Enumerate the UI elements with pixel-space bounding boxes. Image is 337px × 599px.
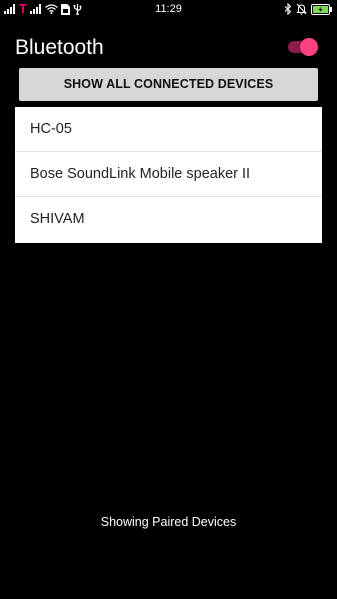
toggle-thumb [300, 38, 318, 56]
alarm-off-icon [296, 3, 307, 15]
battery-charging-icon [311, 3, 333, 15]
paired-devices-status: Showing Paired Devices [100, 515, 237, 529]
bluetooth-toggle[interactable] [286, 38, 320, 56]
show-connected-devices-button[interactable]: SHOW ALL CONNECTED DEVICES [19, 68, 318, 101]
device-list-item[interactable]: Bose SoundLink Mobile speaker II [15, 152, 322, 197]
device-list-item[interactable]: SHIVAM [15, 197, 322, 241]
page-title: Bluetooth [15, 36, 104, 59]
device-list-item[interactable]: HC-05 [15, 107, 322, 152]
device-list: HC-05 Bose SoundLink Mobile speaker II S… [15, 107, 322, 243]
bluetooth-icon [284, 3, 292, 15]
status-bar: T 11:29 [0, 0, 337, 18]
status-bar-right [284, 2, 333, 16]
